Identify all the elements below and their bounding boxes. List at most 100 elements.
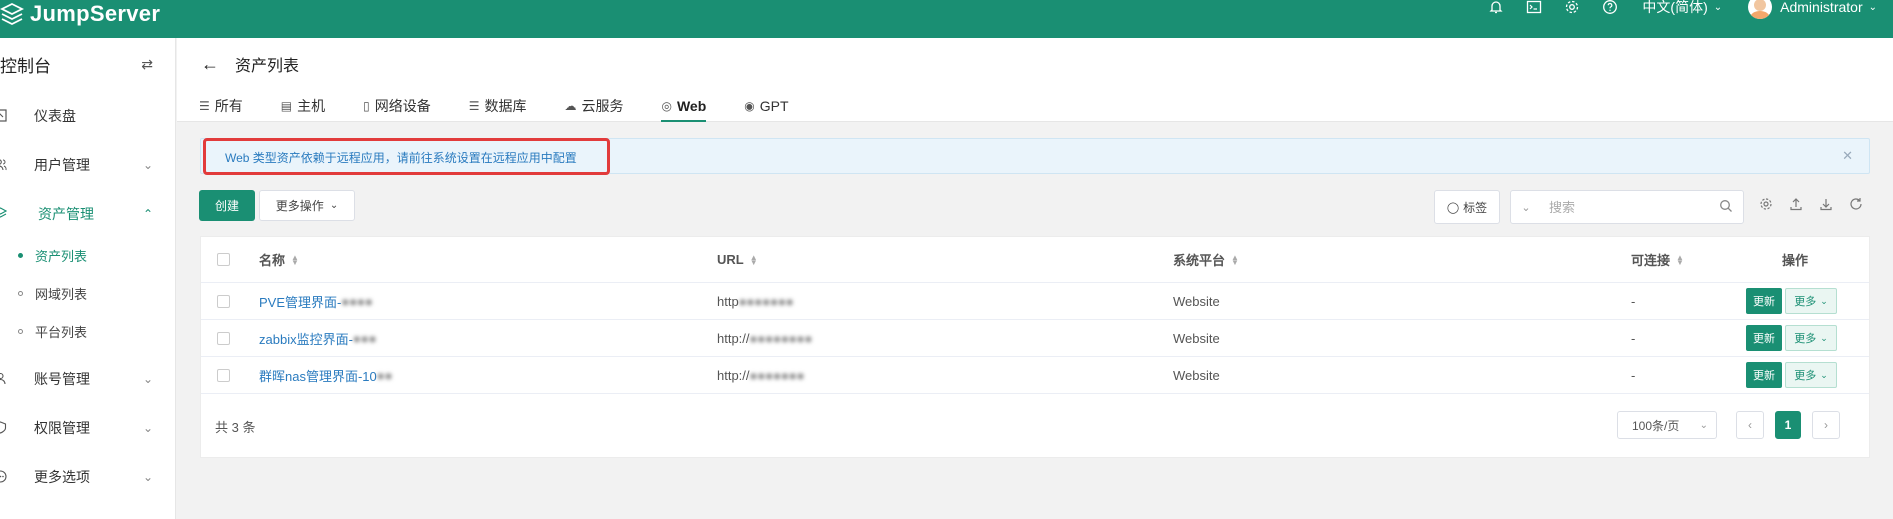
- jumpserver-logo-icon: [0, 2, 25, 26]
- bullet-icon: [18, 252, 23, 258]
- row-checkbox[interactable]: [217, 294, 230, 308]
- total-count: 共 3 条: [215, 420, 256, 435]
- tags-button[interactable]: ◯ 标签: [1434, 190, 1500, 224]
- tab-host[interactable]: ▤ 主机: [281, 90, 325, 122]
- language-label: 中文(简体): [1642, 0, 1708, 15]
- more-icon: [0, 470, 10, 483]
- tab-web[interactable]: ◎ Web: [661, 90, 706, 122]
- next-page-button[interactable]: ›: [1812, 411, 1840, 439]
- create-button[interactable]: 创建: [199, 190, 255, 221]
- sidebar-item-assets[interactable]: 资产管理 ⌃: [0, 189, 175, 238]
- asset-name-link[interactable]: zabbix监控界面- ●●●: [259, 320, 376, 356]
- sidebar: 控制台 ⇄ 仪表盘 用户管理 ⌄ 资产管理 ⌃ 资产列表 网域列表 平台列表 账…: [0, 38, 176, 519]
- column-name[interactable]: 名称 ▲ ▼: [259, 237, 299, 282]
- asset-name-link[interactable]: 群晖nas管理界面-10 ●●: [259, 357, 392, 393]
- logo[interactable]: JumpServer: [0, 0, 160, 38]
- search-input[interactable]: [1549, 199, 1719, 215]
- tab-label: GPT: [759, 98, 789, 114]
- account-icon: [0, 372, 10, 385]
- update-button[interactable]: 更新: [1746, 325, 1782, 351]
- sidebar-item-permissions[interactable]: 权限管理 ⌄: [0, 403, 175, 452]
- search-box[interactable]: ⌄: [1510, 190, 1744, 224]
- more-button[interactable]: 更多 ⌄: [1785, 288, 1837, 314]
- layers-icon: [0, 207, 10, 220]
- chevron-down-icon: ⌄: [142, 371, 153, 386]
- column-url[interactable]: URL ▲ ▼: [717, 237, 758, 282]
- sidebar-item-label: 更多选项: [34, 468, 90, 485]
- terminal-icon[interactable]: [1524, 0, 1544, 17]
- redacted-text: ●●●●: [341, 293, 373, 309]
- asset-table: 名称 ▲ ▼ URL ▲ ▼ 系统平台 ▲ ▼ 可连接 ▲ ▼ 操作 PVE管理界面- …: [200, 236, 1870, 458]
- tab-cloud[interactable]: ☁ 云服务: [564, 90, 623, 122]
- asset-url-text: http: [717, 293, 739, 309]
- tab-database[interactable]: ☰ 数据库: [469, 90, 527, 122]
- sidebar-item-more[interactable]: 更多选项 ⌄: [0, 452, 175, 501]
- chevron-left-icon: ‹: [1748, 418, 1752, 432]
- asset-name: 群晖nas管理界面-10: [259, 368, 377, 384]
- redacted-text: ●●●●●●●: [738, 293, 794, 309]
- asset-connectable: -: [1631, 367, 1636, 383]
- tab-label: 数据库: [484, 98, 527, 114]
- bell-icon[interactable]: [1486, 0, 1506, 17]
- tab-network-device[interactable]: ▯ 网络设备: [363, 90, 431, 122]
- sidebar-subitem-domain-list[interactable]: 网域列表: [0, 274, 175, 312]
- more-button[interactable]: 更多 ⌄: [1785, 362, 1837, 388]
- tab-gpt[interactable]: ◉ GPT: [744, 90, 788, 122]
- top-navbar: JumpServer 中文(简体) ⌄ Administrator ⌄: [0, 0, 1893, 38]
- redacted-text: ●●: [376, 367, 393, 383]
- page-title: 资产列表: [235, 58, 300, 75]
- avatar: [1748, 0, 1773, 19]
- asset-url: http:// ●●●●●●●●: [717, 320, 812, 356]
- sidebar-subitem-label: 资产列表: [35, 248, 88, 264]
- more-actions-button[interactable]: 更多操作 ⌄: [259, 190, 355, 221]
- sidebar-item-label: 资产管理: [38, 205, 94, 222]
- sidebar-item-label: 用户管理: [34, 156, 90, 173]
- chevron-down-icon: ⌄: [329, 200, 339, 211]
- upload-icon[interactable]: [1788, 196, 1804, 212]
- prev-page-button[interactable]: ‹: [1736, 411, 1764, 439]
- column-platform[interactable]: 系统平台 ▲ ▼: [1173, 237, 1239, 282]
- asset-url: http ●●●●●●●: [717, 283, 794, 319]
- cloud-icon: ☁: [564, 99, 577, 113]
- host-icon: ▤: [280, 99, 293, 113]
- sidebar-subitem-platform-list[interactable]: 平台列表: [0, 312, 175, 350]
- tab-label: 所有: [214, 98, 243, 114]
- table-header: 名称 ▲ ▼ URL ▲ ▼ 系统平台 ▲ ▼ 可连接 ▲ ▼ 操作: [201, 237, 1869, 283]
- chevron-down-icon: ⌄: [1820, 332, 1828, 343]
- sort-icon: ▲ ▼: [749, 252, 758, 267]
- tab-all[interactable]: ☰ 所有: [199, 90, 243, 122]
- sidebar-item-accounts[interactable]: 账号管理 ⌄: [0, 354, 175, 403]
- language-selector[interactable]: 中文(简体) ⌄: [1642, 0, 1722, 17]
- asset-platform: Website: [1173, 293, 1220, 309]
- more-button[interactable]: 更多 ⌄: [1785, 325, 1837, 351]
- sidebar-subitem-asset-list[interactable]: 资产列表: [0, 236, 175, 274]
- close-icon[interactable]: ✕: [1842, 148, 1853, 164]
- select-all-checkbox[interactable]: [217, 253, 230, 266]
- table-row: zabbix监控界面- ●●● http:// ●●●●●●●● Website…: [201, 320, 1869, 357]
- asset-name-link[interactable]: PVE管理界面- ●●●●: [259, 283, 373, 319]
- update-button[interactable]: 更新: [1746, 362, 1782, 388]
- row-checkbox[interactable]: [217, 368, 230, 382]
- user-menu[interactable]: Administrator ⌄: [1748, 0, 1877, 19]
- page-number-button[interactable]: 1: [1775, 411, 1801, 439]
- column-connectable[interactable]: 可连接 ▲ ▼: [1631, 237, 1684, 282]
- download-icon[interactable]: [1818, 196, 1834, 212]
- refresh-icon[interactable]: [1848, 196, 1864, 212]
- users-icon: [0, 158, 10, 171]
- back-arrow-icon[interactable]: ←: [201, 54, 219, 75]
- asset-name: zabbix监控界面-: [259, 331, 353, 347]
- help-icon[interactable]: [1600, 0, 1620, 17]
- sort-icon: ▲ ▼: [1231, 252, 1239, 267]
- redacted-text: ●●●●●●●: [749, 367, 805, 383]
- chevron-down-icon[interactable]: ⌄: [1511, 201, 1541, 214]
- sidebar-item-dashboard[interactable]: 仪表盘: [0, 91, 175, 140]
- settings-icon[interactable]: [1758, 196, 1774, 212]
- collapse-toggle-icon[interactable]: ⇄: [141, 56, 153, 73]
- settings-icon[interactable]: [1562, 0, 1582, 17]
- search-icon[interactable]: [1719, 199, 1733, 216]
- update-button[interactable]: 更新: [1746, 288, 1782, 314]
- sidebar-item-users[interactable]: 用户管理 ⌄: [0, 140, 175, 189]
- bullet-icon: [18, 328, 23, 334]
- page-size-select[interactable]: 100条/页 ⌄: [1617, 411, 1717, 439]
- row-checkbox[interactable]: [217, 331, 230, 345]
